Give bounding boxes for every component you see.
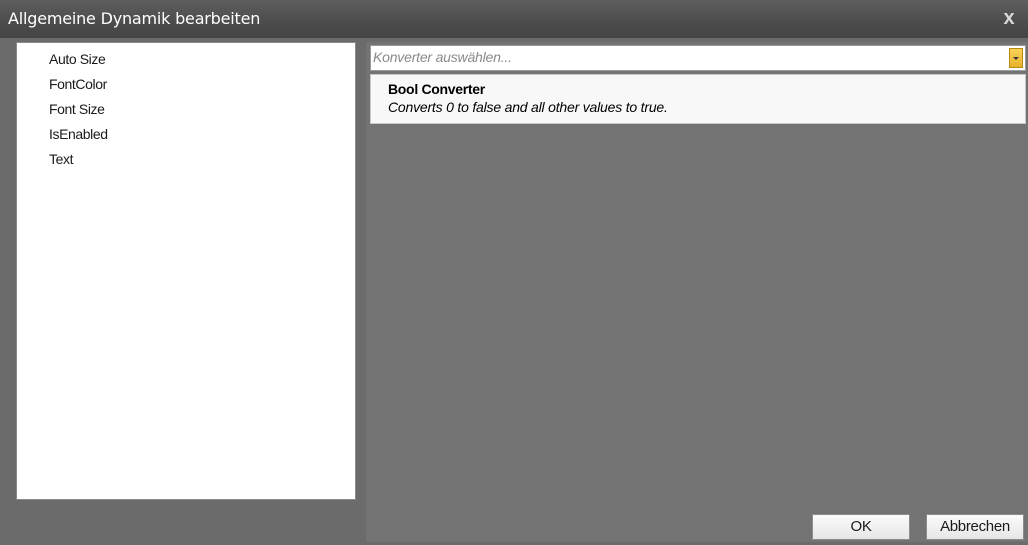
close-icon[interactable]: x <box>999 8 1019 28</box>
option-title: Bool Converter <box>388 81 485 97</box>
property-list: Auto Size FontColor Font Size IsEnabled … <box>16 42 356 500</box>
converter-placeholder: Konverter auswählen... <box>373 49 512 65</box>
dropdown-button[interactable] <box>1009 48 1023 68</box>
edit-dynamics-dialog: Allgemeine Dynamik bearbeiten x Auto Siz… <box>0 0 1028 545</box>
property-item-fontsize[interactable]: Font Size <box>17 99 355 124</box>
cancel-button[interactable]: Abbrechen <box>926 514 1024 540</box>
property-item-autosize[interactable]: Auto Size <box>17 49 355 74</box>
property-item-isenabled[interactable]: IsEnabled <box>17 124 355 149</box>
converter-select[interactable]: Konverter auswählen... <box>370 45 1026 71</box>
window-title: Allgemeine Dynamik bearbeiten <box>8 9 261 28</box>
chevron-down-icon <box>1013 57 1019 60</box>
title-bar: Allgemeine Dynamik bearbeiten x <box>0 0 1028 38</box>
ok-button[interactable]: OK <box>812 514 910 540</box>
converter-option-bool[interactable]: Bool Converter Converts 0 to false and a… <box>370 74 1026 124</box>
option-description: Converts 0 to false and all other values… <box>388 99 668 115</box>
property-item-fontcolor[interactable]: FontColor <box>17 74 355 99</box>
property-item-text[interactable]: Text <box>17 149 355 174</box>
